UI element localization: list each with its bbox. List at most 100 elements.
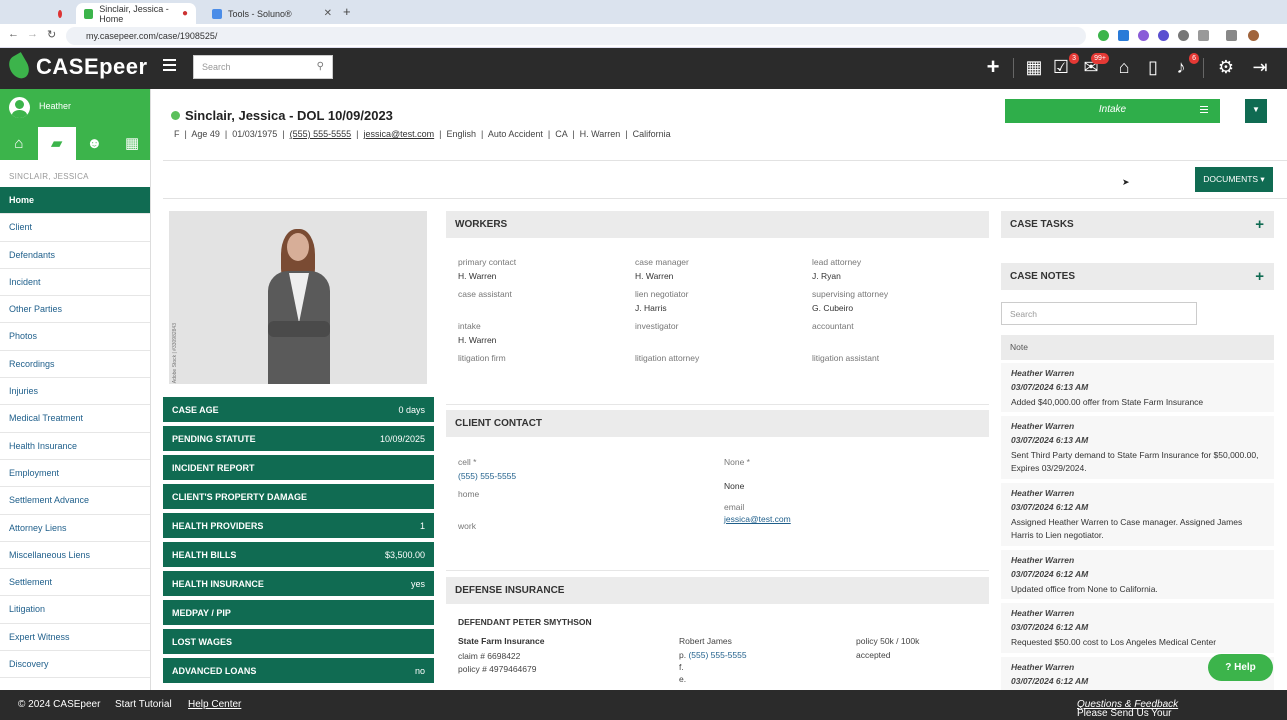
sidebar-item-settlement[interactable]: Settlement — [0, 569, 150, 597]
record-icon[interactable]: ● — [182, 8, 188, 19]
worker-intake: intake H. Warren — [458, 321, 497, 345]
url-input[interactable]: my.casepeer.com/case/1908525/ — [66, 27, 1086, 45]
help-button[interactable]: ? Help — [1208, 654, 1273, 681]
stat-client-s-property-damage[interactable]: CLIENT'S PROPERTY DAMAGE — [163, 484, 434, 509]
cell-phone-link[interactable]: (555) 555-5555 — [458, 471, 516, 481]
note-item[interactable]: Heather Warren 03/07/2024 6:12 AM Updated … — [1001, 550, 1274, 599]
add-task-icon[interactable]: + — [1255, 211, 1264, 238]
stat-advanced-loans[interactable]: ADVANCED LOANS no — [163, 658, 434, 683]
note-item[interactable]: Heather Warren 03/07/2024 6:12 AM Assigned… — [1001, 483, 1274, 546]
browser-tab-casepeer[interactable]: Sinclair, Jessica - Home ● — [76, 3, 196, 24]
sidebar-item-home[interactable]: Home — [0, 187, 150, 215]
stat-health-bills[interactable]: HEALTH BILLS $3,500.00 — [163, 542, 434, 567]
sidebar-item-litigation[interactable]: Litigation — [0, 596, 150, 624]
reload-icon[interactable]: ↻ — [47, 28, 56, 41]
browser-tab-pinned[interactable] — [50, 3, 72, 24]
new-tab-icon[interactable]: + — [343, 4, 351, 19]
bell-icon[interactable]: ♪ 6 — [1171, 53, 1199, 77]
worker-litigation-firm: litigation firm — [458, 353, 506, 363]
calendar-icon[interactable]: ▦ — [113, 127, 151, 160]
users-icon[interactable]: ☻ — [76, 127, 114, 160]
adjuster-phone-link[interactable]: (555) 555-5555 — [688, 650, 746, 660]
sidebar-item-medical-treatment[interactable]: Medical Treatment — [0, 405, 150, 433]
calendar-icon[interactable]: ▦ — [1024, 57, 1044, 77]
client-contact-header: CLIENT CONTACT — [446, 410, 989, 437]
sidebar-item-other-parties[interactable]: Other Parties — [0, 296, 150, 324]
browser-tab-soluno[interactable]: Tools - Soluno® ✕ — [204, 3, 340, 24]
sidepanel-icon[interactable] — [1226, 30, 1237, 41]
sidebar-item-discovery[interactable]: Discovery — [0, 651, 150, 679]
folder-icon[interactable]: ▰ — [37, 127, 76, 160]
defense-insurance-header: DEFENSE INSURANCE — [446, 577, 989, 604]
note-item[interactable]: Heather Warren 03/07/2024 6:13 AM Added $4… — [1001, 363, 1274, 412]
home-icon[interactable]: ⌂ — [0, 127, 38, 160]
phone-link[interactable]: (555) 555-5555 — [290, 129, 352, 139]
worker-lien-negotiator: lien negotiator J. Harris — [635, 289, 689, 313]
hamburger-menu-icon[interactable] — [163, 59, 176, 71]
note-item[interactable]: Heather Warren 03/07/2024 6:13 AM Sent Thi… — [1001, 416, 1274, 479]
start-tutorial-link[interactable]: Start Tutorial — [115, 699, 172, 710]
sidebar-item-client[interactable]: Client — [0, 214, 150, 242]
gear-icon[interactable]: ⚙ — [1216, 57, 1236, 77]
client-photo[interactable]: Adobe Stock | #330982843 — [169, 211, 427, 384]
add-icon[interactable]: + — [983, 56, 1003, 78]
back-icon[interactable]: ← — [8, 28, 19, 40]
copyright: © 2024 CASEpeer — [18, 699, 101, 710]
stat-value: 10/09/2025 — [379, 433, 425, 444]
close-icon[interactable]: ✕ — [324, 8, 332, 19]
mouse-cursor-icon: ➤ — [1122, 177, 1130, 187]
stat-health-providers[interactable]: HEALTH PROVIDERS 1 — [163, 513, 434, 538]
sidebar-item-recordings[interactable]: Recordings — [0, 351, 150, 379]
divider — [446, 404, 989, 405]
inbox-icon[interactable]: ⌂ — [1114, 57, 1134, 77]
stat-health-insurance[interactable]: HEALTH INSURANCE yes — [163, 571, 434, 596]
help-question-icon: ? — [1225, 662, 1232, 673]
case-actions-dropdown[interactable]: ▼ — [1245, 99, 1267, 123]
user-avatar-icon[interactable] — [9, 97, 30, 118]
notes-search-input[interactable]: Search — [1001, 302, 1197, 325]
client-email-link[interactable]: jessica@test.com — [724, 514, 791, 524]
page-title: Sinclair, Jessica - DOL 10/09/2023 — [171, 108, 393, 123]
profile-avatar-icon[interactable] — [1248, 30, 1259, 41]
extension-icon[interactable] — [1098, 30, 1109, 41]
case-status-button[interactable]: Intake — [1005, 99, 1220, 123]
extension-icon[interactable] — [1118, 30, 1129, 41]
sidebar-item-settlement-advance[interactable]: Settlement Advance — [0, 487, 150, 515]
global-search-input[interactable]: Search ⚲ — [193, 55, 333, 79]
sidebar-item-defendants[interactable]: Defendants — [0, 242, 150, 269]
extensions-puzzle-icon[interactable] — [1198, 30, 1209, 41]
stat-medpay-pip[interactable]: MEDPAY / PIP — [163, 600, 434, 625]
extension-icon[interactable] — [1178, 30, 1189, 41]
search-icon[interactable]: ⚲ — [317, 61, 324, 72]
sidebar-item-attorney-liens[interactable]: Attorney Liens — [0, 515, 150, 542]
logout-icon[interactable]: ⇥ — [1250, 57, 1270, 77]
tasks-check-icon[interactable]: ☑ 3 — [1051, 53, 1079, 77]
user-name[interactable]: Heather — [39, 101, 71, 111]
divider — [163, 198, 1287, 199]
mobile-phone-icon[interactable]: ▯ — [1143, 57, 1163, 77]
worker-primary-contact: primary contact H. Warren — [458, 257, 517, 281]
stat-lost-wages[interactable]: LOST WAGES — [163, 629, 434, 654]
sidebar-item-expert-witness[interactable]: Expert Witness — [0, 624, 150, 652]
add-note-icon[interactable]: + — [1255, 263, 1264, 290]
sidebar-item-incident[interactable]: Incident — [0, 269, 150, 297]
email-link[interactable]: jessica@test.com — [364, 129, 435, 139]
mail-icon[interactable]: ✉ 99+ — [1081, 53, 1109, 77]
stat-case-age[interactable]: CASE AGE 0 days — [163, 397, 434, 422]
stat-pending-statute[interactable]: PENDING STATUTE 10/09/2025 — [163, 426, 434, 451]
policy-limits-block: policy 50k / 100k accepted — [856, 636, 920, 660]
sidebar-item-injuries[interactable]: Injuries — [0, 378, 150, 406]
casepeer-logo[interactable]: CASEpeer — [5, 52, 148, 82]
help-center-link[interactable]: Help Center — [188, 699, 241, 710]
sidebar-item-miscellaneous-liens[interactable]: Miscellaneous Liens — [0, 542, 150, 570]
sidebar-item-photos[interactable]: Photos — [0, 323, 150, 351]
forward-icon[interactable]: → — [27, 28, 38, 40]
divider — [1203, 58, 1204, 78]
sidebar-item-employment[interactable]: Employment — [0, 460, 150, 488]
sidebar-item-health-insurance[interactable]: Health Insurance — [0, 433, 150, 460]
documents-button[interactable]: DOCUMENTS ▾ — [1195, 167, 1273, 192]
extension-icon[interactable] — [1158, 30, 1169, 41]
stat-incident-report[interactable]: INCIDENT REPORT — [163, 455, 434, 480]
note-item[interactable]: Heather Warren 03/07/2024 6:12 AM Requeste… — [1001, 603, 1274, 653]
extension-icon[interactable] — [1138, 30, 1149, 41]
